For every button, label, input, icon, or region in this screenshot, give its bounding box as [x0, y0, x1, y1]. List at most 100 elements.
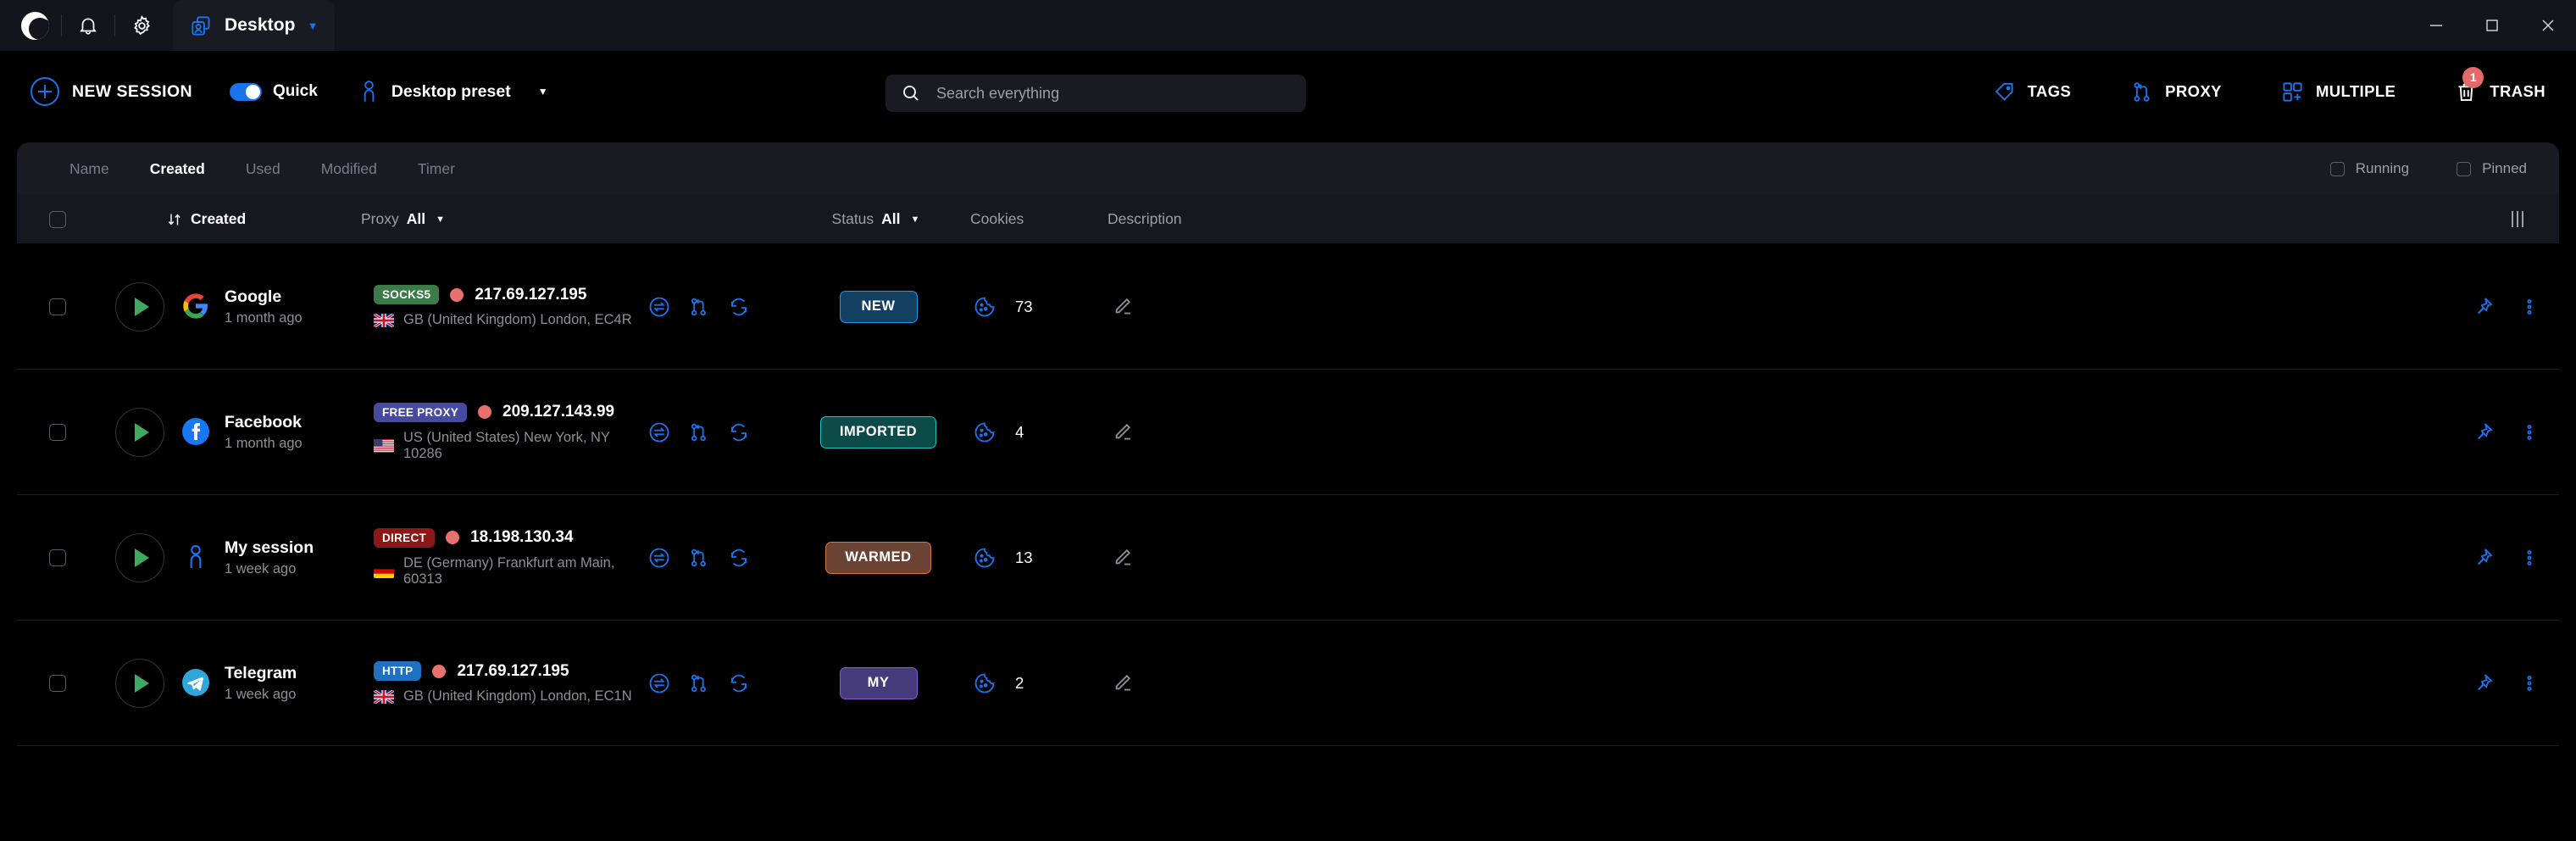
table-row[interactable]: Facebook 1 month ago FREE PROXY 209.127.… — [17, 370, 2559, 495]
play-icon — [135, 673, 149, 693]
row-description-cell[interactable] — [1096, 546, 1351, 570]
column-status-filter[interactable]: Status All ▼ — [793, 210, 958, 228]
trash-button[interactable]: 1 TRASH — [2455, 66, 2545, 103]
pin-icon[interactable] — [2471, 295, 2495, 319]
search-input[interactable]: Search everything — [936, 85, 1059, 103]
row-status-cell[interactable]: WARMED — [796, 541, 961, 574]
sort-tab-name[interactable]: Name — [69, 160, 109, 178]
sync-icon[interactable] — [727, 671, 751, 695]
maximize-icon[interactable] — [2464, 0, 2520, 51]
row-checkbox[interactable] — [49, 298, 66, 315]
row-play-button[interactable] — [98, 281, 181, 331]
more-vertical-icon[interactable] — [2518, 421, 2540, 443]
chevron-down-icon[interactable]: ▼ — [308, 19, 319, 32]
row-status-cell[interactable]: MY — [796, 666, 961, 699]
transfer-icon[interactable] — [647, 671, 671, 695]
notifications-bell-icon[interactable] — [65, 3, 111, 48]
select-all-cell[interactable] — [17, 210, 98, 228]
sort-tab-used[interactable]: Used — [246, 160, 280, 178]
column-created[interactable]: Created — [166, 210, 348, 228]
pin-icon[interactable] — [2471, 671, 2495, 695]
running-filter[interactable]: Running — [2329, 160, 2409, 177]
transfer-icon[interactable] — [647, 546, 671, 570]
chevron-down-icon[interactable]: ▼ — [436, 214, 445, 225]
row-select-cell[interactable] — [17, 549, 98, 566]
more-vertical-icon[interactable] — [2518, 672, 2540, 694]
select-all-checkbox[interactable] — [49, 210, 66, 228]
row-proxy-cell: FREE PROXY 209.127.143.99 US (United Sta… — [364, 402, 647, 462]
multiple-button[interactable]: MULTIPLE — [2281, 81, 2396, 103]
flag-gb-icon — [374, 689, 394, 704]
column-description: Description — [1094, 210, 1348, 228]
row-checkbox[interactable] — [49, 423, 66, 441]
pin-icon[interactable] — [2471, 546, 2495, 570]
pencil-icon[interactable] — [1110, 295, 1351, 319]
sync-icon[interactable] — [727, 546, 751, 570]
column-proxy-filter[interactable]: Proxy All ▼ — [361, 210, 645, 228]
row-proxy-cell: HTTP 217.69.127.195 GB (United Kingdom) … — [364, 661, 647, 705]
running-checkbox[interactable] — [2329, 161, 2345, 176]
row-select-cell[interactable] — [17, 298, 98, 315]
row-description-cell[interactable] — [1096, 420, 1351, 444]
tags-button[interactable]: TAGS — [1993, 81, 2072, 103]
tags-label: TAGS — [2027, 82, 2072, 100]
row-select-cell[interactable] — [17, 423, 98, 441]
chevron-down-icon[interactable]: ▼ — [538, 86, 548, 97]
row-cookies-cell[interactable]: 2 — [961, 671, 1096, 695]
row-action-icons — [647, 420, 796, 444]
status-badge: NEW — [839, 290, 918, 323]
pinned-checkbox[interactable] — [2457, 161, 2472, 176]
new-session-button[interactable]: NEW SESSION — [31, 77, 192, 106]
sort-tab-modified[interactable]: Modified — [321, 160, 377, 178]
row-cookies-cell[interactable]: 73 — [961, 295, 1096, 319]
row-status-cell[interactable]: IMPORTED — [796, 415, 961, 448]
trash-label: TRASH — [2490, 82, 2545, 100]
row-select-cell[interactable] — [17, 674, 98, 692]
more-vertical-icon[interactable] — [2518, 547, 2540, 569]
more-vertical-icon[interactable] — [2518, 296, 2540, 318]
pencil-icon[interactable] — [1110, 420, 1351, 444]
pencil-icon[interactable] — [1110, 546, 1351, 570]
row-cookies-cell[interactable]: 13 — [961, 546, 1096, 570]
table-row[interactable]: My session 1 week ago DIRECT 18.198.130.… — [17, 495, 2559, 621]
row-play-button[interactable] — [98, 532, 181, 582]
sort-tab-created[interactable]: Created — [150, 160, 205, 178]
table-row[interactable]: Google 1 month ago SOCKS5 217.69.127.195… — [17, 244, 2559, 370]
row-checkbox[interactable] — [49, 549, 66, 566]
row-play-button[interactable] — [98, 658, 181, 708]
row-end-actions — [2471, 671, 2540, 695]
settings-gear-icon[interactable] — [119, 3, 164, 48]
branch-icon[interactable] — [687, 546, 711, 570]
cookie-icon — [973, 295, 997, 319]
multiple-label: MULTIPLE — [2315, 82, 2396, 100]
quick-toggle-switch[interactable] — [230, 82, 263, 101]
branch-icon[interactable] — [687, 420, 711, 444]
sync-icon[interactable] — [727, 295, 751, 319]
quick-toggle[interactable]: Quick — [230, 82, 318, 101]
row-description-cell[interactable] — [1096, 295, 1351, 319]
sync-icon[interactable] — [727, 420, 751, 444]
branch-icon[interactable] — [687, 671, 711, 695]
pin-icon[interactable] — [2471, 420, 2495, 444]
row-description-cell[interactable] — [1096, 671, 1351, 695]
transfer-icon[interactable] — [647, 295, 671, 319]
table-row[interactable]: Telegram 1 week ago HTTP 217.69.127.195 … — [17, 621, 2559, 746]
close-icon[interactable] — [2520, 0, 2576, 51]
pinned-filter[interactable]: Pinned — [2457, 160, 2527, 177]
tab-desktop[interactable]: Desktop ▼ — [173, 0, 336, 51]
transfer-icon[interactable] — [647, 420, 671, 444]
row-play-button[interactable] — [98, 407, 181, 457]
row-cookies-cell[interactable]: 4 — [961, 420, 1096, 444]
proxy-filter-value: All — [406, 210, 426, 227]
sort-tab-timer[interactable]: Timer — [418, 160, 455, 178]
pencil-icon[interactable] — [1110, 671, 1351, 695]
proxy-button[interactable]: PROXY — [2130, 81, 2222, 103]
chevron-down-icon[interactable]: ▼ — [911, 214, 920, 225]
branch-icon[interactable] — [687, 295, 711, 319]
preset-selector[interactable]: Desktop preset ▼ — [358, 80, 548, 103]
search-bar[interactable]: Search everything — [886, 75, 1306, 112]
row-status-cell[interactable]: NEW — [796, 290, 961, 323]
minimize-icon[interactable] — [2408, 0, 2464, 51]
row-checkbox[interactable] — [49, 674, 66, 692]
columns-settings-icon[interactable] — [2512, 211, 2523, 227]
